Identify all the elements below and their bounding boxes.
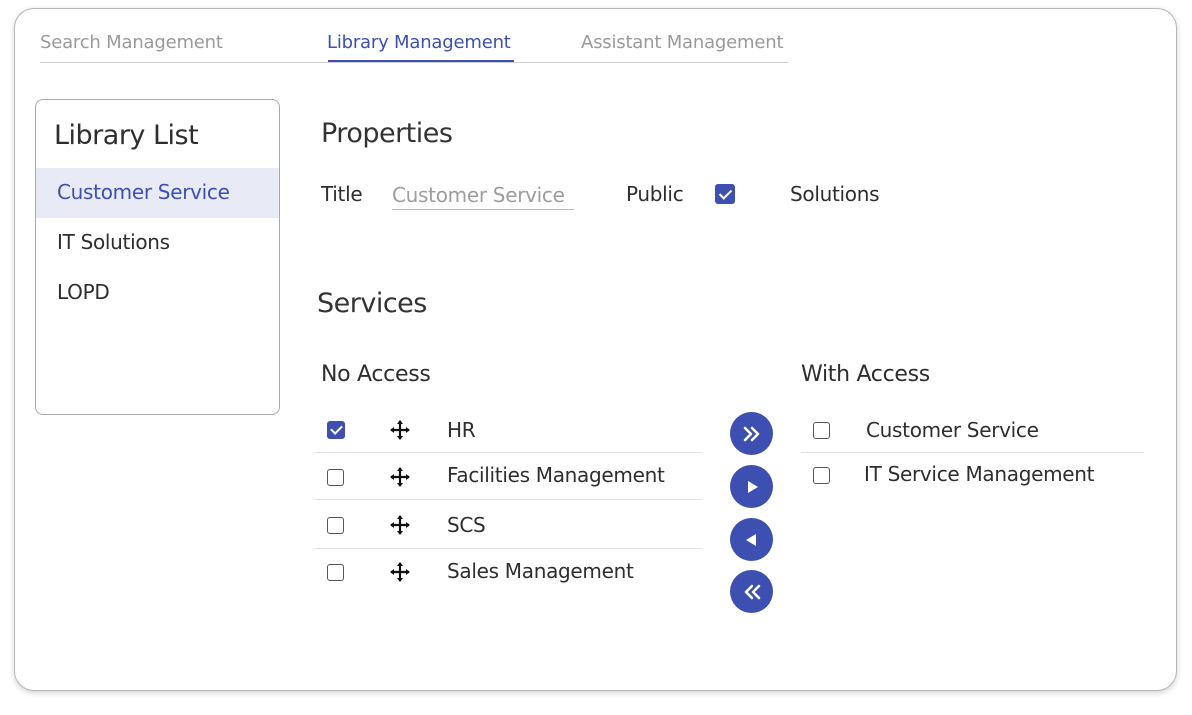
no-access-checkbox-facilities[interactable] (327, 469, 344, 486)
move-all-left-button[interactable] (730, 570, 773, 613)
services-heading: Services (317, 288, 427, 319)
move-icon[interactable] (389, 561, 411, 583)
no-access-checkbox-hr[interactable] (327, 421, 345, 439)
no-access-item-label: Facilities Management (447, 463, 665, 487)
with-access-checkbox-it-service[interactable] (813, 467, 830, 484)
no-access-checkbox-scs[interactable] (327, 517, 344, 534)
row-divider (801, 452, 1144, 453)
move-icon[interactable] (389, 466, 411, 488)
move-icon[interactable] (389, 514, 411, 536)
public-checkbox[interactable] (715, 184, 735, 204)
triangle-left-icon (745, 533, 756, 546)
move-all-right-button[interactable] (730, 412, 773, 455)
solutions-label: Solutions (790, 182, 880, 206)
properties-heading: Properties (321, 118, 453, 149)
library-list-panel: Library List Customer Service IT Solutio… (35, 99, 280, 415)
no-access-checkbox-sales[interactable] (327, 564, 344, 581)
triangle-right-icon (747, 480, 758, 493)
move-right-button[interactable] (730, 465, 773, 508)
move-left-button[interactable] (730, 518, 773, 561)
tab-assistant-management[interactable]: Assistant Management (581, 32, 784, 53)
row-divider (315, 499, 702, 500)
library-item-it-solutions[interactable]: IT Solutions (36, 218, 279, 268)
move-icon[interactable] (389, 419, 411, 441)
public-label: Public (626, 182, 684, 206)
double-chevron-left-icon (744, 584, 760, 599)
library-item-lopd[interactable]: LOPD (36, 268, 279, 318)
with-access-checkbox-customer-service[interactable] (813, 422, 830, 439)
library-item-customer-service[interactable]: Customer Service (36, 168, 279, 218)
title-input[interactable] (392, 180, 574, 210)
tab-bar: Search Management Library Management Ass… (40, 32, 788, 63)
title-label: Title (321, 182, 363, 206)
with-access-heading: With Access (801, 362, 930, 387)
tab-library-management[interactable]: Library Management (327, 32, 511, 53)
row-divider (315, 452, 702, 453)
double-chevron-right-icon (743, 426, 759, 441)
no-access-heading: No Access (321, 362, 431, 387)
library-list-title: Library List (54, 120, 199, 151)
with-access-item-label: IT Service Management (864, 462, 1095, 486)
no-access-item-label: Sales Management (447, 559, 634, 583)
no-access-item-label: HR (447, 418, 476, 442)
with-access-item-label: Customer Service (866, 418, 1039, 442)
no-access-item-label: SCS (447, 513, 486, 537)
active-tab-indicator (328, 60, 514, 62)
tab-search-management[interactable]: Search Management (40, 32, 223, 53)
row-divider (315, 548, 702, 549)
